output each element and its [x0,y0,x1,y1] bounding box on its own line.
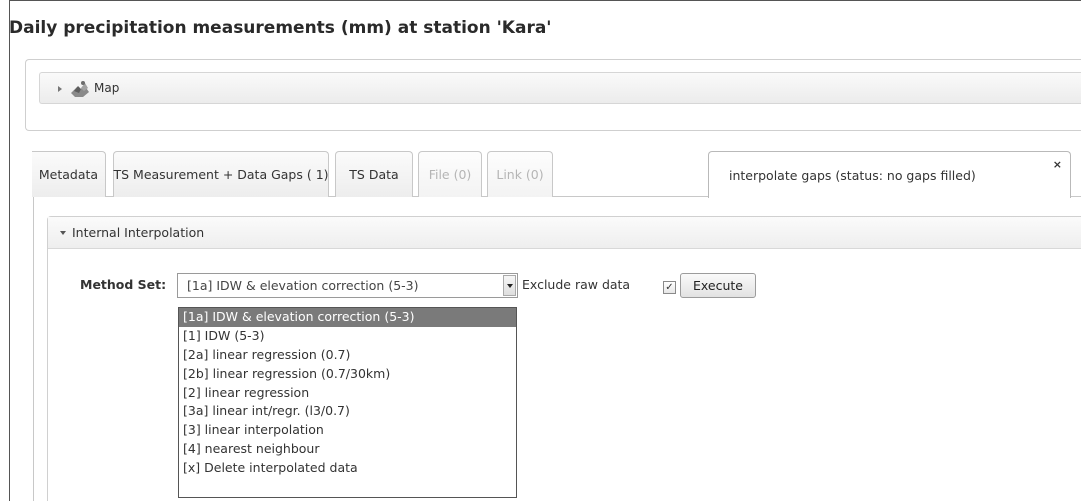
map-label: Map [94,81,120,95]
tab-label: TS Data [349,167,399,182]
method-set-label: Method Set: [80,277,167,292]
chevron-down-icon[interactable] [503,275,516,296]
dropdown-option[interactable]: [1] IDW (5-3) [179,327,516,346]
tab-label: interpolate gaps (status: no gaps filled… [729,167,976,183]
dropdown-option[interactable]: [4] nearest neighbour [179,440,516,459]
tab-label: Link (0) [496,167,544,182]
expand-arrow-icon[interactable] [58,86,62,92]
execute-button[interactable]: Execute [680,273,756,298]
page-title: Daily precipitation measurements (mm) at… [9,18,552,38]
tab-label: TS Measurement + Data Gaps ( 1) [113,167,329,182]
dropdown-option[interactable]: [1a] IDW & elevation correction (5-3) [179,308,516,327]
tab-interpolate-gaps[interactable]: interpolate gaps (status: no gaps filled… [708,151,1071,198]
exclude-raw-data-checkbox[interactable]: ✓ [663,281,676,294]
dropdown-option[interactable]: [x] Delete interpolated data [179,459,516,478]
tab-bar: Metadata TS Measurement + Data Gaps ( 1)… [32,151,1081,198]
close-icon[interactable]: × [1053,158,1062,171]
tab-metadata[interactable]: Metadata [32,151,106,197]
method-set-dropdown-list: [1a] IDW & elevation correction (5-3) [1… [178,307,517,498]
method-set-select[interactable]: [1a] IDW & elevation correction (5-3) [177,273,518,298]
tab-ts-data[interactable]: TS Data [335,151,413,197]
dropdown-option[interactable]: [3a] linear int/regr. (l3/0.7) [179,402,516,421]
method-set-selected-value: [1a] IDW & elevation correction (5-3) [187,278,419,293]
tab-ts-measurement-data-gaps[interactable]: TS Measurement + Data Gaps ( 1) [113,151,329,197]
dropdown-option[interactable]: [2b] linear regression (0.7/30km) [179,365,516,384]
tab-link: Link (0) [487,151,553,197]
fieldset-title: Internal Interpolation [72,225,205,240]
exclude-raw-data-label: Exclude raw data [522,277,631,292]
map-panel-header[interactable]: Map [39,72,1081,104]
map-panel: Map [25,59,1081,131]
dropdown-option[interactable]: [2] linear regression [179,384,516,403]
fieldset-header[interactable]: Internal Interpolation [48,217,1081,249]
tab-file: File (0) [418,151,482,197]
tab-label: File (0) [428,167,472,182]
map-icon [69,79,91,99]
dropdown-option[interactable]: [2a] linear regression (0.7) [179,346,516,365]
dropdown-option[interactable]: [3] linear interpolation [179,421,516,440]
tab-label: Metadata [38,167,99,182]
collapse-arrow-icon[interactable] [60,231,66,235]
